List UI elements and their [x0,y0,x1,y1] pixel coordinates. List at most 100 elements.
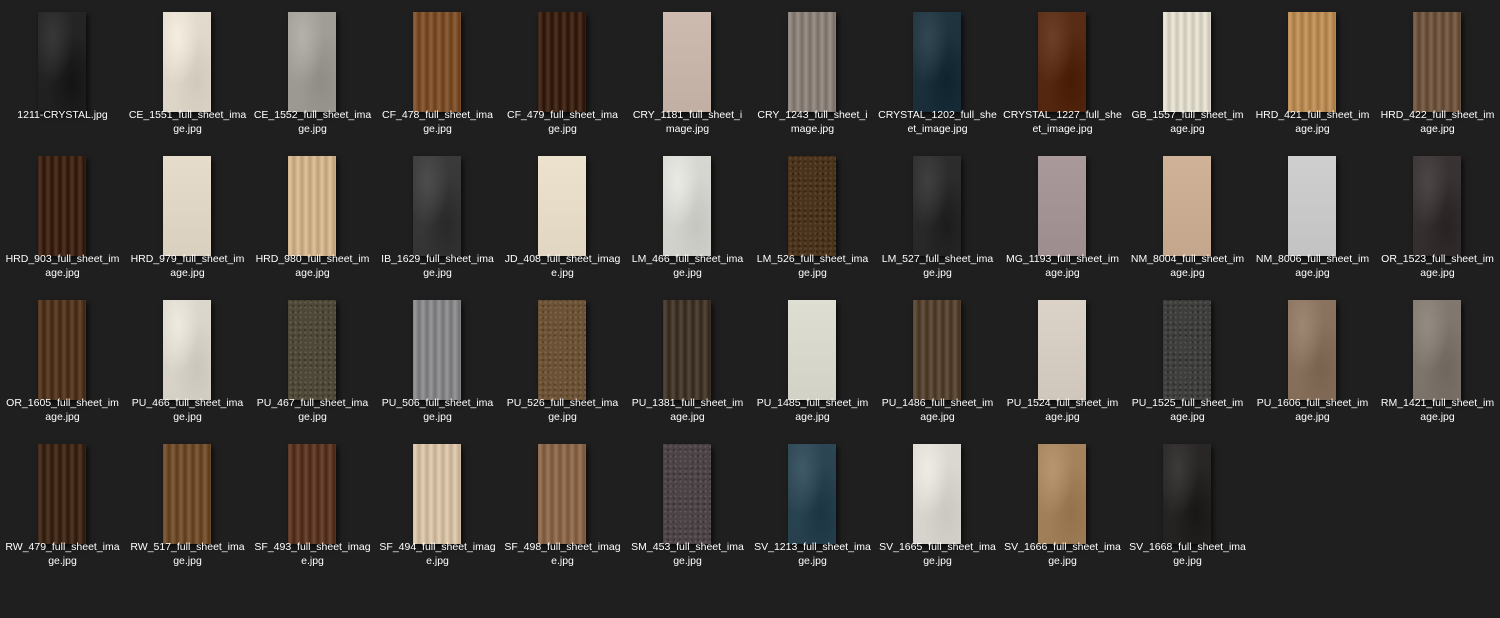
file-thumbnail[interactable] [1163,12,1211,112]
file-item[interactable]: RW_479_full_sheet_ima ge.jpg [0,432,125,576]
file-item[interactable]: GB_1557_full_sheet_im age.jpg [1125,0,1250,144]
file-thumbnail[interactable] [288,444,336,544]
file-item[interactable]: OR_1523_full_sheet_im age.jpg [1375,144,1500,288]
file-thumbnail[interactable] [1163,444,1211,544]
file-item[interactable]: NM_8004_full_sheet_im age.jpg [1125,144,1250,288]
file-item[interactable]: HRD_903_full_sheet_im age.jpg [0,144,125,288]
file-thumbnail[interactable] [538,444,586,544]
file-item[interactable]: HRD_980_full_sheet_im age.jpg [250,144,375,288]
file-thumbnail[interactable] [663,444,711,544]
file-thumbnail[interactable] [913,12,961,112]
file-item[interactable]: LM_526_full_sheet_ima ge.jpg [750,144,875,288]
file-name-label: PU_1606_full_sheet_im age.jpg [1256,397,1369,423]
file-thumbnail[interactable] [163,300,211,400]
file-name-label: RW_479_full_sheet_ima ge.jpg [5,541,120,567]
file-thumbnail[interactable] [38,300,86,400]
file-item[interactable]: SF_494_full_sheet_imag e.jpg [375,432,500,576]
file-item[interactable]: LM_527_full_sheet_ima ge.jpg [875,144,1000,288]
file-thumbnail[interactable] [1038,156,1086,256]
file-thumbnail[interactable] [1413,12,1461,112]
file-thumbnail[interactable] [913,156,961,256]
file-thumbnail[interactable] [163,156,211,256]
file-item[interactable]: PU_1525_full_sheet_im age.jpg [1125,288,1250,432]
file-item[interactable]: MG_1193_full_sheet_im age.jpg [1000,144,1125,288]
file-thumbnail[interactable] [1038,12,1086,112]
file-name-label: CRYSTAL_1227_full_she et_image.jpg [1003,109,1122,135]
file-item[interactable]: SV_1213_full_sheet_ima ge.jpg [750,432,875,576]
file-item[interactable]: IB_1629_full_sheet_ima ge.jpg [375,144,500,288]
file-item[interactable]: PU_466_full_sheet_ima ge.jpg [125,288,250,432]
file-thumbnail[interactable] [788,12,836,112]
file-thumbnail[interactable] [38,12,86,112]
file-item[interactable]: CF_478_full_sheet_ima ge.jpg [375,0,500,144]
file-item[interactable]: PU_506_full_sheet_ima ge.jpg [375,288,500,432]
file-thumbnail[interactable] [1038,444,1086,544]
file-thumbnail[interactable] [1413,156,1461,256]
file-item[interactable]: HRD_422_full_sheet_im age.jpg [1375,0,1500,144]
file-item[interactable]: SM_453_full_sheet_ima ge.jpg [625,432,750,576]
file-item[interactable]: CRY_1181_full_sheet_i mage.jpg [625,0,750,144]
file-thumbnail[interactable] [288,156,336,256]
file-item[interactable]: CE_1551_full_sheet_ima ge.jpg [125,0,250,144]
file-name-label: PU_1381_full_sheet_im age.jpg [631,397,744,423]
file-thumbnail[interactable] [288,12,336,112]
file-item[interactable]: RW_517_full_sheet_ima ge.jpg [125,432,250,576]
file-name-label: PU_466_full_sheet_ima ge.jpg [131,397,244,423]
file-thumbnail[interactable] [163,444,211,544]
file-thumbnail[interactable] [538,12,586,112]
file-thumbnail[interactable] [413,12,461,112]
file-thumbnail[interactable] [413,300,461,400]
file-thumbnail[interactable] [413,156,461,256]
file-thumbnail[interactable] [538,300,586,400]
file-item[interactable]: OR_1605_full_sheet_im age.jpg [0,288,125,432]
file-item[interactable]: PU_1606_full_sheet_im age.jpg [1250,288,1375,432]
file-thumbnail[interactable] [413,444,461,544]
file-thumbnail[interactable] [538,156,586,256]
file-thumbnail[interactable] [38,444,86,544]
file-item[interactable]: PU_1524_full_sheet_im age.jpg [1000,288,1125,432]
file-item[interactable]: PU_467_full_sheet_ima ge.jpg [250,288,375,432]
file-thumbnail[interactable] [1163,300,1211,400]
file-thumbnail[interactable] [288,300,336,400]
file-thumbnail[interactable] [1038,300,1086,400]
file-item[interactable]: SV_1665_full_sheet_ima ge.jpg [875,432,1000,576]
file-item[interactable]: SV_1666_full_sheet_ima ge.jpg [1000,432,1125,576]
file-thumbnail[interactable] [913,444,961,544]
file-item[interactable]: HRD_979_full_sheet_im age.jpg [125,144,250,288]
file-item[interactable]: PU_526_full_sheet_ima ge.jpg [500,288,625,432]
file-item[interactable]: CRYSTAL_1202_full_she et_image.jpg [875,0,1000,144]
file-thumbnail[interactable] [1288,12,1336,112]
file-item[interactable]: 1211-CRYSTAL.jpg [0,0,125,144]
file-thumbnail[interactable] [1163,156,1211,256]
file-item[interactable]: PU_1485_full_sheet_im age.jpg [750,288,875,432]
file-thumbnail[interactable] [663,12,711,112]
file-thumbnail[interactable] [788,444,836,544]
file-item[interactable]: SF_498_full_sheet_imag e.jpg [500,432,625,576]
file-item[interactable]: JD_408_full_sheet_imag e.jpg [500,144,625,288]
file-thumbnail[interactable] [663,156,711,256]
file-item[interactable]: CE_1552_full_sheet_ima ge.jpg [250,0,375,144]
file-item[interactable]: NM_8006_full_sheet_im age.jpg [1250,144,1375,288]
file-thumbnail[interactable] [163,12,211,112]
file-item[interactable]: CRYSTAL_1227_full_she et_image.jpg [1000,0,1125,144]
file-name-label: SV_1666_full_sheet_ima ge.jpg [1004,541,1121,567]
file-item[interactable]: RM_1421_full_sheet_im age.jpg [1375,288,1500,432]
file-thumbnail[interactable] [1288,300,1336,400]
file-thumbnail[interactable] [38,156,86,256]
file-item[interactable]: SF_493_full_sheet_imag e.jpg [250,432,375,576]
file-item[interactable]: CF_479_full_sheet_ima ge.jpg [500,0,625,144]
file-item[interactable]: HRD_421_full_sheet_im age.jpg [1250,0,1375,144]
file-item[interactable]: SV_1668_full_sheet_ima ge.jpg [1125,432,1250,576]
file-item[interactable]: CRY_1243_full_sheet_i mage.jpg [750,0,875,144]
file-name-label: CF_479_full_sheet_ima ge.jpg [507,109,618,135]
file-thumbnail[interactable] [788,156,836,256]
file-thumbnail[interactable] [663,300,711,400]
file-thumbnail[interactable] [1413,300,1461,400]
file-thumbnail[interactable] [1288,156,1336,256]
file-thumbnail[interactable] [913,300,961,400]
file-thumbnail[interactable] [788,300,836,400]
file-item[interactable]: PU_1486_full_sheet_im age.jpg [875,288,1000,432]
file-item[interactable]: PU_1381_full_sheet_im age.jpg [625,288,750,432]
file-name-label: IB_1629_full_sheet_ima ge.jpg [381,253,494,279]
file-item[interactable]: LM_466_full_sheet_ima ge.jpg [625,144,750,288]
